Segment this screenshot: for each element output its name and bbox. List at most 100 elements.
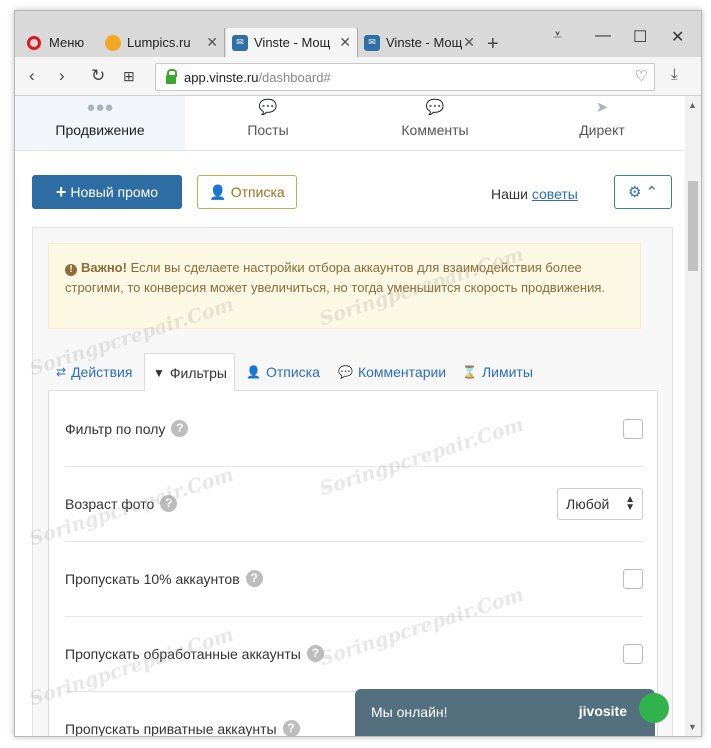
plus-icon: + <box>55 181 67 202</box>
help-icon[interactable]: ? <box>171 420 189 437</box>
filter-text: Пропускать приватные аккаунты <box>65 720 277 737</box>
filter-icon: ▼ <box>153 365 165 380</box>
filter-row-photo-age: Возраст фото? Любой ▲ ▼ <box>65 466 643 542</box>
gender-filter-checkbox[interactable] <box>623 419 643 439</box>
tab-unsubscribe[interactable]: 👤 Отписка <box>246 353 320 391</box>
nav-label: Комменты <box>401 122 469 138</box>
unsubscribe-button[interactable]: 👤 Отписка <box>197 175 297 209</box>
jivosite-chat-widget[interactable]: Мы онлайн! jivosite <box>355 689 669 736</box>
lumpics-favicon-icon <box>105 34 121 51</box>
exchange-icon: ⇄ <box>56 365 67 379</box>
nav-direct[interactable]: ➤ Директ <box>519 96 685 150</box>
comment-icon: 💬 <box>258 99 278 116</box>
forward-icon[interactable]: › <box>59 66 65 86</box>
help-icon[interactable]: ? <box>160 495 178 512</box>
scroll-up-icon[interactable]: ▲ <box>688 100 697 110</box>
close-tab-icon[interactable]: ✕ <box>206 34 218 51</box>
tab-label: Vinste - Мощ <box>386 35 463 50</box>
select-value: Любой <box>566 496 610 512</box>
nav-promotion[interactable]: ●●● Продвижение <box>15 96 185 150</box>
filter-text: Пропускать обработанные аккаунты <box>65 645 301 662</box>
close-tab-icon[interactable]: ✕ <box>463 34 475 51</box>
nav-label: Продвижение <box>55 122 145 138</box>
opera-menu-button[interactable]: Меню <box>21 28 105 57</box>
nav-label: Директ <box>579 122 625 138</box>
tab-actions[interactable]: ⇄ Действия <box>56 353 132 391</box>
tab-bar: Меню Lumpics.ru ✕ ✉ Vinste - Мощ ✕ ✉ Vin… <box>15 11 701 57</box>
filter-text: Возраст фото <box>65 495 155 512</box>
minimize-icon[interactable]: — <box>595 27 611 45</box>
reload-icon[interactable]: ↻ <box>91 66 105 86</box>
tab-limits[interactable]: ⌛ Лимиты <box>462 353 533 391</box>
back-icon[interactable]: ‹ <box>29 66 35 86</box>
user-times-icon: 👤 <box>246 365 261 379</box>
tab-lumpics[interactable]: Lumpics.ru ✕ <box>99 28 225 57</box>
tab-label: Vinste - Мощ <box>254 35 331 50</box>
download-icon[interactable]: ⤓ <box>671 66 678 83</box>
comments-icon: 💬 <box>425 99 445 116</box>
tab-menu-icon[interactable]: ⩡ <box>553 27 562 45</box>
help-icon[interactable]: ? <box>306 645 324 662</box>
heart-icon[interactable]: ♡ <box>635 67 648 85</box>
paper-plane-icon: ➤ <box>595 99 609 116</box>
url-host: app.vinste.ru <box>184 69 259 85</box>
hourglass-icon: ⌛ <box>462 365 477 379</box>
gear-icon: ⚙ <box>627 184 642 201</box>
alert-strong: Важно! <box>81 260 127 275</box>
address-bar: ‹ › ↻ ⊞ app.vinste.ru/dashboard# ♡ ⤓ <box>15 57 701 96</box>
browser-window: Меню Lumpics.ru ✕ ✉ Vinste - Мощ ✕ ✉ Vin… <box>14 10 702 737</box>
close-window-icon[interactable]: ✕ <box>671 27 684 47</box>
top-navigation: ●●● Продвижение 💬 Посты 💬 Комменты ➤ Дир… <box>15 96 685 151</box>
chat-message: Мы онлайн! <box>371 704 448 720</box>
speed-dial-icon[interactable]: ⊞ <box>123 68 135 85</box>
menu-label: Меню <box>49 35 85 50</box>
exclamation-icon: ! <box>65 264 77 276</box>
url-path: /dashboard# <box>258 69 331 85</box>
filter-text: Фильтр по полу <box>65 420 166 437</box>
vinste-favicon-icon: ✉ <box>364 34 380 51</box>
new-tab-button[interactable]: + <box>487 33 499 56</box>
filter-label: Пропускать обработанные аккаунты? <box>65 616 324 691</box>
url-field[interactable]: app.vinste.ru/dashboard# ♡ <box>155 63 655 91</box>
skip10-checkbox[interactable] <box>623 569 643 589</box>
filter-text: Пропускать 10% аккаунтов <box>65 570 240 587</box>
advice-prefix: Наши <box>491 186 528 202</box>
chevron-up-icon: ⌃ <box>645 184 659 201</box>
nav-label: Посты <box>247 122 289 138</box>
tab-filters[interactable]: ▼ Фильтры <box>144 353 235 391</box>
help-icon[interactable]: ? <box>245 570 263 587</box>
tab-vinste[interactable]: ✉ Vinste - Мощ ✕ <box>357 28 481 57</box>
new-promo-button[interactable]: + Новый промо <box>32 175 182 209</box>
tab-comments[interactable]: 💬 Комментарии <box>338 353 446 391</box>
close-tab-icon[interactable]: ✕ <box>339 34 351 51</box>
sort-icon: ▲ ▼ <box>625 494 635 513</box>
maximize-icon[interactable]: ☐ <box>633 27 647 47</box>
skip-processed-checkbox[interactable] <box>623 644 643 664</box>
settings-dropdown-button[interactable]: ⚙ ⌃ <box>614 175 672 209</box>
scroll-thumb[interactable] <box>688 181 698 271</box>
settings-tabs: ⇄ Действия ▼ Фильтры 👤 Отписка 💬 Коммент… <box>48 353 658 391</box>
help-icon[interactable]: ? <box>282 720 300 736</box>
filter-label: Пропускать приватные аккаунты? <box>65 691 300 736</box>
users-icon: ●●● <box>86 99 114 116</box>
tab-label: Комментарии <box>357 364 447 380</box>
chat-brand: jivosite <box>578 703 627 719</box>
scroll-down-icon[interactable]: ▼ <box>688 722 697 732</box>
advice-text: Наши советы <box>491 186 578 202</box>
page-content: ●●● Продвижение 💬 Посты 💬 Комменты ➤ Дир… <box>15 96 685 736</box>
filter-label: Фильтр по полу? <box>65 391 189 466</box>
user-times-icon: 👤 <box>209 183 227 200</box>
warning-alert: ! Важно! Если вы сделаете настройки отбор… <box>48 243 641 329</box>
vertical-scrollbar[interactable]: ▲ ▼ <box>685 96 701 736</box>
tab-label: Лимиты <box>481 364 533 380</box>
nav-posts[interactable]: 💬 Посты <box>185 96 351 150</box>
filters-content: Фильтр по полу? Возраст фото? Любой ▲ ▼ П… <box>48 390 658 736</box>
vinste-favicon-icon: ✉ <box>232 34 248 51</box>
advice-link[interactable]: советы <box>532 186 578 202</box>
tab-vinste-active[interactable]: ✉ Vinste - Мощ ✕ <box>226 28 357 57</box>
alert-text: Если вы сделаете настройки отбора аккаун… <box>65 260 605 295</box>
nav-comments[interactable]: 💬 Комменты <box>351 96 519 150</box>
filter-row-skip10: Пропускать 10% аккаунтов? <box>65 541 643 617</box>
unsubscribe-label: Отписка <box>230 184 285 200</box>
photo-age-select[interactable]: Любой ▲ ▼ <box>557 488 643 520</box>
